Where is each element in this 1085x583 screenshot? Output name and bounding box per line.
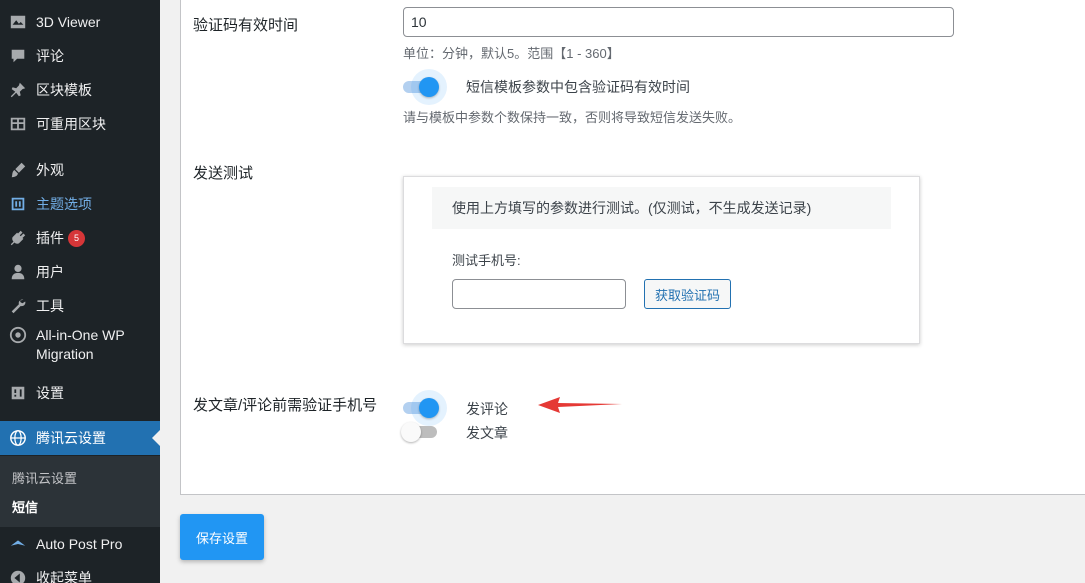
submenu: 腾讯云设置 短信 — [0, 456, 160, 527]
get-code-button[interactable]: 获取验证码 — [644, 279, 731, 309]
submenu-item-sms[interactable]: 短信 — [12, 497, 38, 516]
sidebar-item-theme-options[interactable]: 主题选项 — [0, 187, 160, 221]
autopost-icon — [0, 535, 36, 553]
sidebar-item-label: 外观 — [36, 162, 64, 178]
sidebar-item-label: 用户 — [36, 264, 64, 280]
sidebar-item-tools[interactable]: 工具 — [0, 289, 160, 323]
sidebar-item-label: 区块模板 — [36, 82, 92, 98]
sidebar-item-reusable-blocks[interactable]: 可重用区块 — [0, 107, 160, 141]
sidebar-collapse-menu[interactable]: 收起菜单 — [0, 561, 160, 583]
table-icon — [0, 115, 36, 133]
sidebar-item-label: 评论 — [36, 48, 64, 64]
admin-sidebar: 3D Viewer 评论 区块模板 可重用区块 外观 主题选项 插件 5 用户 … — [0, 0, 160, 583]
settings-icon — [0, 384, 36, 402]
verify-post-toggle[interactable] — [401, 422, 437, 442]
sidebar-item-appearance[interactable]: 外观 — [0, 153, 160, 187]
sidebar-item-label: 收起菜单 — [36, 570, 92, 583]
theme-icon — [0, 195, 36, 213]
migration-icon — [0, 326, 36, 344]
update-count-badge: 5 — [68, 229, 85, 247]
sidebar-item-label: 腾讯云设置 — [36, 430, 106, 446]
sidebar-item-label: 插件 — [36, 230, 64, 246]
send-test-note: 使用上方填写的参数进行测试。(仅测试，不生成发送记录) — [432, 187, 891, 229]
sidebar-item-block-templates[interactable]: 区块模板 — [0, 73, 160, 107]
test-phone-label: 测试手机号: — [452, 253, 521, 268]
sidebar-item-plugins[interactable]: 插件 5 — [0, 221, 160, 255]
sidebar-item-label: 主题选项 — [36, 196, 92, 212]
verify-phone-label: 发文章/评论前需验证手机号 — [193, 397, 378, 414]
current-menu-arrow — [152, 430, 160, 446]
send-test-label: 发送测试 — [193, 165, 254, 182]
sidebar-item-tencent-cloud[interactable]: 腾讯云设置 — [0, 421, 160, 455]
expiry-label: 验证码有效时间 — [193, 17, 299, 34]
submenu-item-tencent-settings[interactable]: 腾讯云设置 — [12, 468, 77, 487]
comment-icon — [0, 47, 36, 65]
brush-icon — [0, 161, 36, 179]
sidebar-item-label: All-in-One WP Migration — [36, 327, 125, 362]
image-icon — [0, 13, 36, 31]
send-test-card: 使用上方填写的参数进行测试。(仅测试，不生成发送记录) 测试手机号: 获取验证码 — [403, 176, 920, 344]
user-icon — [0, 263, 36, 281]
include-expiry-label: 短信模板参数中包含验证码有效时间 — [466, 79, 690, 95]
sidebar-item-comments[interactable]: 评论 — [0, 39, 160, 73]
sidebar-item-label: Auto Post Pro — [36, 536, 123, 552]
include-expiry-toggle[interactable] — [403, 77, 439, 97]
pin-icon — [0, 81, 36, 99]
verify-comment-label: 发评论 — [466, 401, 508, 417]
sidebar-item-label: 设置 — [36, 385, 64, 401]
sidebar-item-label: 工具 — [36, 298, 64, 314]
verify-comment-toggle[interactable] — [403, 398, 439, 418]
expiry-input[interactable]: 10 — [403, 7, 954, 37]
sidebar-item-label: 3D Viewer — [36, 14, 101, 30]
template-param-hint: 请与模板中参数个数保持一致，否则将导致短信发送失败。 — [403, 110, 742, 125]
save-settings-button[interactable]: 保存设置 — [180, 514, 264, 560]
annotation-arrow — [538, 397, 622, 413]
sidebar-item-settings[interactable]: 设置 — [0, 376, 160, 410]
test-phone-input[interactable] — [452, 279, 626, 309]
verify-post-label: 发文章 — [466, 425, 508, 441]
sidebar-item-3d-viewer[interactable]: 3D Viewer — [0, 5, 160, 39]
expiry-hint: 单位：分钟，默认5。范围【1 - 360】 — [403, 46, 620, 61]
plugin-icon — [0, 229, 36, 247]
sidebar-item-all-in-one-wp-migration[interactable]: All-in-One WP Migration — [0, 326, 160, 372]
globe-icon — [0, 429, 36, 447]
sidebar-item-label: 可重用区块 — [36, 116, 106, 132]
wrench-icon — [0, 297, 36, 315]
sidebar-item-users[interactable]: 用户 — [0, 255, 160, 289]
sidebar-item-auto-post-pro[interactable]: Auto Post Pro — [0, 527, 160, 561]
collapse-icon — [0, 569, 36, 583]
